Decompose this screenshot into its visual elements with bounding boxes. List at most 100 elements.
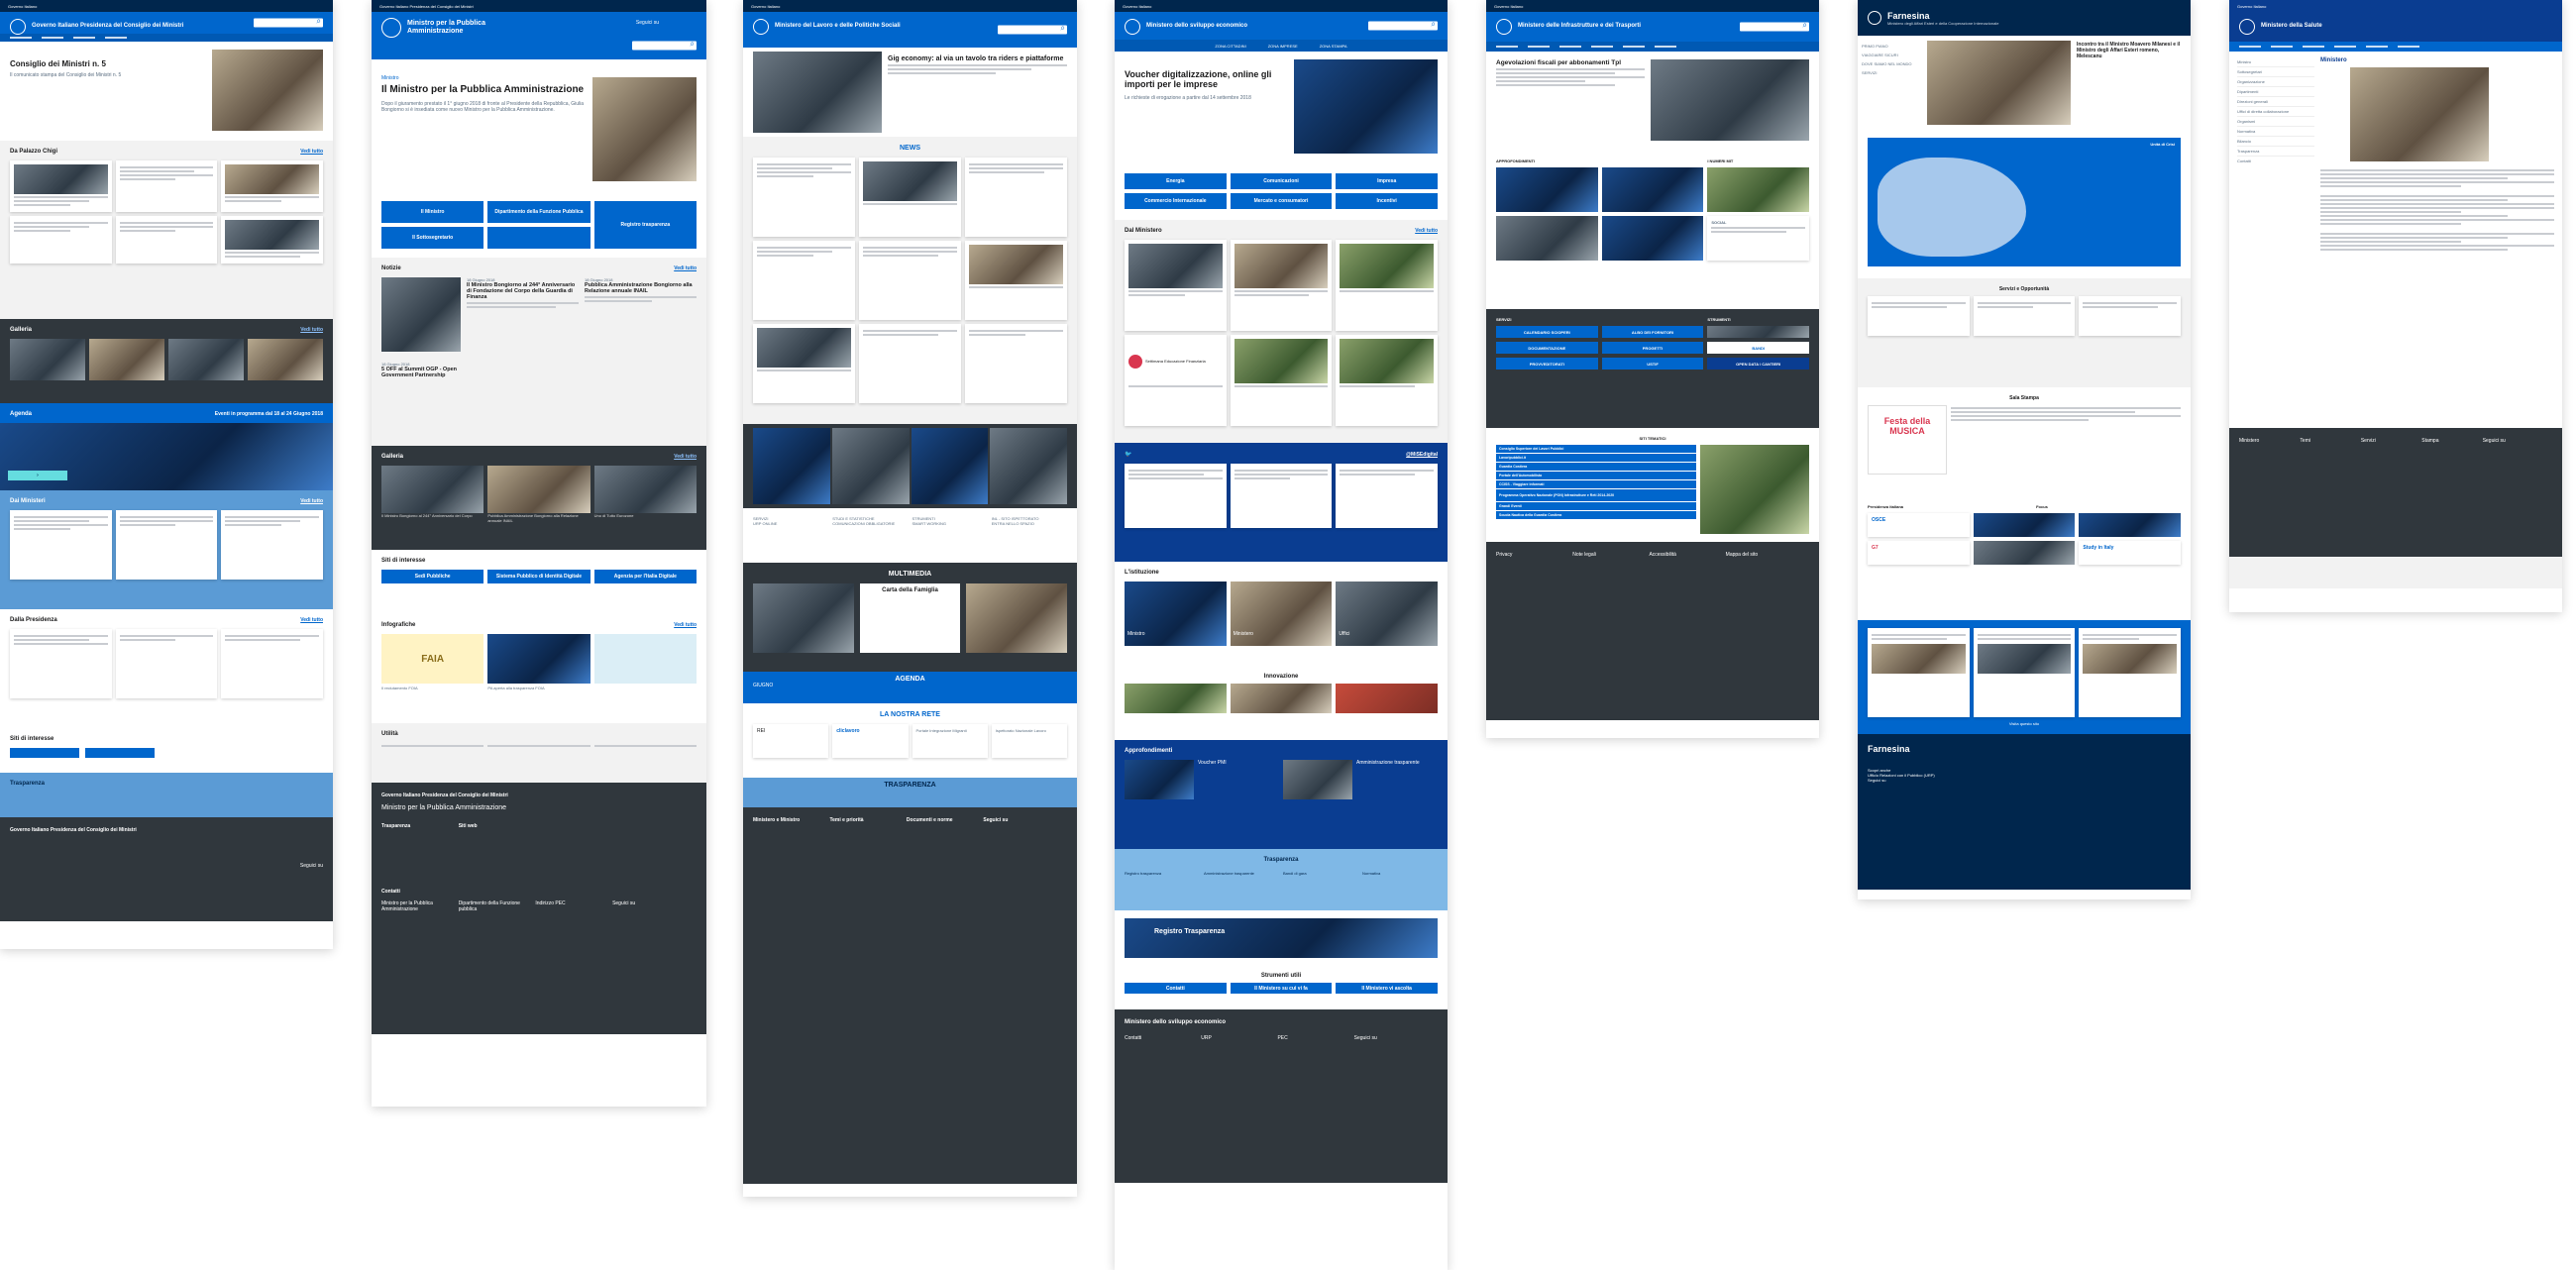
banner[interactable] bbox=[753, 428, 830, 504]
site-link[interactable] bbox=[85, 748, 155, 758]
infographic[interactable] bbox=[487, 634, 590, 684]
service-button[interactable]: PROVVEDITORATI bbox=[1496, 358, 1598, 370]
tile[interactable]: Impresa bbox=[1336, 173, 1438, 189]
site-link[interactable]: Sedi Pubbliche bbox=[381, 570, 484, 583]
insight-card[interactable] bbox=[1707, 167, 1809, 212]
news-card[interactable] bbox=[10, 160, 112, 212]
tile-sottosegretario[interactable]: Il Sottosegretario bbox=[381, 227, 484, 249]
service-card[interactable] bbox=[1973, 296, 2076, 336]
innovation-card[interactable] bbox=[1230, 684, 1333, 713]
insight-card[interactable] bbox=[1496, 167, 1598, 212]
news-card[interactable] bbox=[10, 510, 112, 580]
service-button[interactable]: USTIF bbox=[1601, 358, 1704, 370]
banner[interactable] bbox=[831, 428, 910, 504]
festival-banner[interactable]: Festa della MUSICA bbox=[1868, 405, 1947, 475]
video-thumb[interactable] bbox=[753, 583, 854, 653]
news-card[interactable] bbox=[753, 241, 855, 320]
theme-site-link[interactable]: Programma Operativo Nazionale (PON) Infr… bbox=[1496, 489, 1696, 501]
tweet-card[interactable] bbox=[1125, 464, 1227, 528]
gallery-image[interactable] bbox=[89, 339, 164, 380]
news-card[interactable] bbox=[1336, 240, 1438, 331]
banner[interactable] bbox=[911, 428, 989, 504]
tile[interactable]: Incentivi bbox=[1336, 193, 1438, 209]
gallery-image[interactable] bbox=[593, 466, 697, 513]
hero-title[interactable]: Incontro tra il Ministro Moavero Milanes… bbox=[2077, 42, 2185, 59]
tweet-card[interactable] bbox=[1973, 628, 2076, 717]
main-nav[interactable] bbox=[1486, 42, 1819, 52]
service-item[interactable]: STUDI E STATISTICHE COMUNICAZIONI OBBLIGA… bbox=[832, 516, 908, 555]
institution-card[interactable]: Ministro bbox=[1125, 582, 1227, 646]
innovation-card[interactable] bbox=[1336, 684, 1438, 713]
service-button[interactable]: BANDI bbox=[1707, 342, 1809, 354]
register-banner[interactable]: Registro Trasparenza bbox=[1125, 918, 1438, 958]
tweet-card[interactable] bbox=[1230, 464, 1333, 528]
service-item[interactable]: INL - SITO ISPETTORATO ENTRA NELLO SPAZIO bbox=[992, 516, 1067, 555]
news-card[interactable] bbox=[221, 160, 323, 212]
service-button[interactable]: CALENDARIO SCIOPERI bbox=[1496, 326, 1598, 338]
focus-card[interactable]: OSCE bbox=[1868, 513, 1970, 537]
news-card[interactable] bbox=[753, 158, 855, 237]
service-button[interactable]: PROGETTI bbox=[1601, 342, 1704, 354]
banner[interactable] bbox=[990, 428, 1067, 504]
hero-image[interactable] bbox=[1927, 41, 2071, 125]
focus-card[interactable] bbox=[1973, 513, 2076, 537]
tile-registro[interactable]: Registro trasparenza bbox=[593, 201, 697, 249]
news-card[interactable] bbox=[115, 629, 218, 698]
service-button[interactable]: ALBO DEI FORNITORI bbox=[1601, 326, 1704, 338]
news-card[interactable] bbox=[1336, 335, 1438, 426]
tile[interactable]: Comunicazioni bbox=[1230, 173, 1333, 189]
hero-title[interactable]: Consiglio dei Ministri n. 5 bbox=[10, 59, 204, 68]
network-item[interactable]: Portale Integrazione Migranti bbox=[912, 724, 988, 758]
news-item[interactable]: 18 Giugno 2018 5 OFF al Summit OGP - Ope… bbox=[381, 362, 481, 378]
news-card[interactable] bbox=[859, 241, 961, 320]
network-item[interactable]: REI bbox=[753, 724, 829, 758]
network-item[interactable]: Ispettorato Nazionale Lavoro bbox=[991, 724, 1067, 758]
tile[interactable]: Commercio Internazionale bbox=[1125, 193, 1227, 209]
tweet-card[interactable] bbox=[1868, 628, 1970, 717]
brand[interactable]: Ministero delle Infrastrutture e dei Tra… bbox=[1518, 23, 1676, 30]
institution-card[interactable]: Uffici bbox=[1336, 582, 1438, 646]
service-card[interactable] bbox=[1868, 296, 1970, 336]
infographic[interactable]: FAIA bbox=[381, 634, 484, 684]
gallery-image[interactable] bbox=[248, 339, 323, 380]
news-card[interactable] bbox=[965, 241, 1067, 320]
news-item[interactable]: 18 Giugno 2018 Pubblica Amministrazione … bbox=[585, 277, 697, 352]
video-thumb[interactable] bbox=[966, 583, 1068, 653]
crisis-map[interactable]: Unità di Crisi bbox=[1868, 138, 2181, 266]
hero-title[interactable]: Voucher digitalizzazione, online gli imp… bbox=[1125, 69, 1286, 90]
theme-site-link[interactable]: Scuola Nautica della Guardia Costiera bbox=[1496, 511, 1696, 519]
hero-image[interactable] bbox=[753, 52, 882, 133]
tool-button[interactable]: Contatti bbox=[1125, 983, 1227, 994]
news-card[interactable] bbox=[965, 324, 1067, 403]
tile[interactable]: Energia bbox=[1125, 173, 1227, 189]
service-card[interactable] bbox=[2079, 296, 2181, 336]
brand[interactable]: Farnesina bbox=[1887, 11, 1998, 21]
gallery-image[interactable] bbox=[381, 466, 484, 513]
service-button[interactable]: OPEN DATA / CANTIERI bbox=[1707, 358, 1809, 370]
service-item[interactable]: STRUMENTI SMART WORKING bbox=[912, 516, 988, 555]
hero-title[interactable]: Agevolazioni fiscali per abbonamenti Tpl bbox=[1496, 59, 1645, 66]
news-card[interactable] bbox=[965, 158, 1067, 237]
brand[interactable]: Ministro per la Pubblica Amministrazione bbox=[407, 20, 516, 36]
tool-image[interactable] bbox=[1707, 326, 1809, 338]
news-card[interactable] bbox=[115, 160, 218, 212]
gallery-image[interactable] bbox=[10, 339, 85, 380]
news-card[interactable] bbox=[115, 216, 218, 264]
news-card[interactable] bbox=[859, 158, 961, 237]
service-item[interactable]: SERVIZI URP ONLINE bbox=[753, 516, 828, 555]
news-card[interactable] bbox=[115, 510, 218, 580]
tweet-card[interactable] bbox=[2079, 628, 2181, 717]
site-link[interactable] bbox=[10, 748, 79, 758]
news-card[interactable] bbox=[753, 324, 855, 403]
theme-site-link[interactable]: Consiglio Superiore dei Lavori Pubblici bbox=[1496, 445, 1696, 453]
brand[interactable]: Ministero della Salute bbox=[2261, 23, 2419, 30]
agenda-button[interactable]: › bbox=[8, 471, 67, 480]
insight-card[interactable] bbox=[1496, 216, 1598, 261]
news-item[interactable]: 18 Giugno 2018 Il Ministro Bongiorno al … bbox=[467, 277, 579, 352]
tool-button[interactable]: Il Ministero su cui vi fa bbox=[1230, 983, 1333, 994]
theme-site-link[interactable]: Guardia Costiera bbox=[1496, 463, 1696, 471]
brand[interactable]: Governo Italiano Presidenza del Consigli… bbox=[32, 23, 190, 30]
search-input[interactable] bbox=[1368, 20, 1438, 31]
news-card[interactable] bbox=[221, 216, 323, 264]
service-button[interactable]: DOCUMENTAZIONE bbox=[1496, 342, 1598, 354]
